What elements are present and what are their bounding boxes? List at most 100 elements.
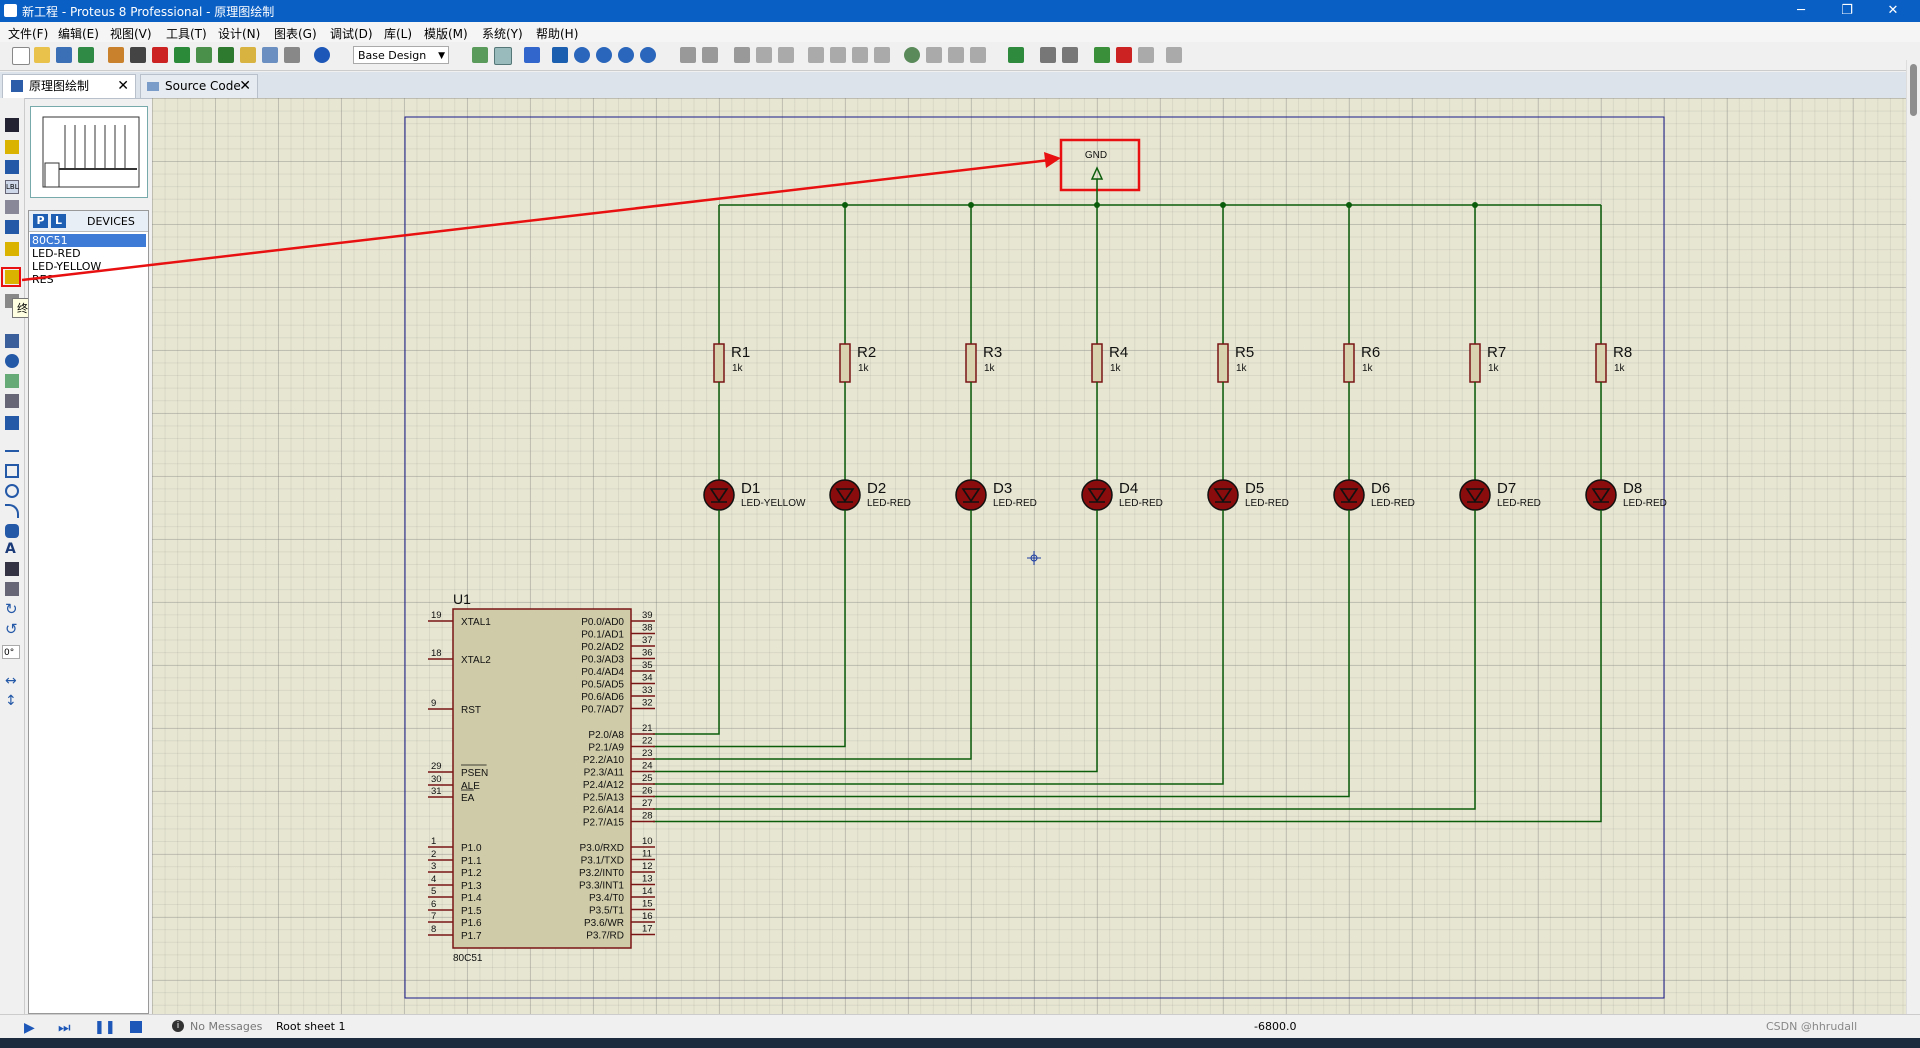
led-body[interactable]	[703, 479, 735, 511]
led-column: R1 1k D1LED-YELLOW	[653, 205, 806, 735]
pin-number: 21	[642, 723, 653, 734]
pin-number: 4	[431, 874, 436, 885]
pin-name: XTAL1	[461, 617, 491, 628]
pin-number: 1	[431, 836, 436, 847]
led-ref: D8	[1623, 480, 1642, 497]
pin-number: 5	[431, 886, 436, 897]
pin-name: P3.0/RXD	[580, 843, 624, 854]
pin-name: P2.5/A13	[583, 793, 625, 804]
pin-name: P0.0/AD0	[581, 617, 624, 628]
pin-number: 2	[431, 849, 436, 860]
pin-number: 26	[642, 786, 653, 797]
resistor-ref: R8	[1613, 344, 1632, 361]
led-body[interactable]	[1459, 479, 1491, 511]
resistor-body[interactable]	[1595, 343, 1607, 383]
led-ref: D7	[1497, 480, 1516, 497]
pin-name: P3.2/INT0	[579, 868, 624, 879]
pin-name: P2.0/A8	[588, 730, 624, 741]
pin-number: 33	[642, 685, 653, 696]
wire-to-p2[interactable]	[653, 510, 1602, 823]
pin-number: 25	[642, 773, 653, 784]
pin-name: P1.6	[461, 918, 482, 929]
led-type: LED-RED	[1497, 498, 1541, 509]
led-body[interactable]	[829, 479, 861, 511]
messages-count[interactable]: No Messages	[190, 1020, 262, 1033]
pin-number: 7	[431, 911, 436, 922]
pin-number: 23	[642, 748, 653, 759]
pin-number: 34	[642, 673, 653, 684]
pin-number: 15	[642, 899, 653, 910]
watermark-text: CSDN @hhrudall	[1766, 1020, 1858, 1033]
vertical-scrollbar[interactable]	[1906, 60, 1920, 1014]
pin-name: P1.2	[461, 868, 482, 879]
resistor-body[interactable]	[839, 343, 851, 383]
pin-number: 6	[431, 899, 436, 910]
pause-icon[interactable]: ❚❚	[94, 1020, 116, 1035]
resistor-ref: R1	[731, 344, 750, 361]
pin-number: 19	[431, 610, 442, 621]
pin-name: P2.7/A15	[583, 818, 625, 829]
step-icon[interactable]: ⏭	[58, 1020, 71, 1036]
annotation-arrow-line	[21, 158, 1051, 282]
led-column: R8 1k D8 LED-RED	[653, 205, 1667, 823]
resistor-ref: R3	[983, 344, 1002, 361]
pin-name: RST	[461, 705, 481, 716]
wire-to-p2[interactable]	[653, 510, 1350, 798]
resistor-body[interactable]	[713, 343, 725, 383]
wire-to-p2[interactable]	[653, 510, 720, 735]
scrollbar-thumb[interactable]	[1910, 64, 1917, 116]
stop-icon[interactable]	[130, 1021, 142, 1033]
led-body[interactable]	[955, 479, 987, 511]
resistor-ref: R5	[1235, 344, 1254, 361]
led-type: LED-RED	[867, 498, 911, 509]
led-columns: R11kD1LED-YELLOWR21kD2LED-REDR31kD3LED-R…	[653, 202, 1667, 823]
wire-to-p2[interactable]	[653, 510, 1224, 785]
resistor-ref: R7	[1487, 344, 1506, 361]
pin-name: P0.3/AD3	[581, 655, 624, 666]
pin-name: EA	[461, 793, 475, 804]
resistor-body[interactable]	[965, 343, 977, 383]
pin-name: P1.3	[461, 881, 482, 892]
pin-name: P2.4/A12	[583, 780, 625, 791]
resistor-body[interactable]	[1469, 343, 1481, 383]
pin-number: 35	[642, 660, 653, 671]
led-ref: D5	[1245, 480, 1264, 497]
schematic-drawing: GND R11kD1LED-YELLOWR21kD2LED-REDR31kD3L…	[21, 116, 1667, 999]
resistor-body[interactable]	[1091, 343, 1103, 383]
wire-to-p2[interactable]	[653, 510, 1476, 810]
resistor-value: 1k	[984, 363, 996, 374]
resistor-ref: R6	[1361, 344, 1380, 361]
pin-number: 32	[642, 698, 653, 709]
pin-number: 28	[642, 811, 653, 822]
pin-name: P0.5/AD5	[581, 680, 624, 691]
pin-name: P0.4/AD4	[581, 667, 624, 678]
wire-to-p2[interactable]	[653, 510, 846, 748]
pin-name: P3.6/WR	[584, 918, 624, 929]
led-body[interactable]	[1081, 479, 1113, 511]
wire-to-p2[interactable]	[653, 510, 972, 760]
mcu-80c51[interactable]: U1 80C51 19XTAL118XTAL29RST29PSEN30ALE31…	[428, 591, 655, 964]
pin-name: P3.5/T1	[589, 906, 624, 917]
pin-name: P1.5	[461, 906, 482, 917]
resistor-body[interactable]	[1217, 343, 1229, 383]
resistor-value: 1k	[1614, 363, 1626, 374]
led-type: LED-RED	[1119, 498, 1163, 509]
pin-number: 9	[431, 698, 436, 709]
gnd-terminal-symbol[interactable]	[1090, 166, 1104, 205]
cursor-coordinate: -6800.0	[1254, 1020, 1297, 1033]
pin-name: P3.1/TXD	[581, 856, 624, 867]
info-icon: i	[172, 1020, 184, 1032]
chip-ref: U1	[453, 591, 471, 607]
pin-number: 10	[642, 836, 653, 847]
pin-number: 27	[642, 798, 653, 809]
pin-number: 39	[642, 610, 653, 621]
resistor-ref: R2	[857, 344, 876, 361]
led-body[interactable]	[1207, 479, 1239, 511]
led-body[interactable]	[1333, 479, 1365, 511]
led-ref: D1	[741, 480, 760, 497]
pin-name: XTAL2	[461, 655, 491, 666]
resistor-body[interactable]	[1343, 343, 1355, 383]
play-icon[interactable]: ▶	[24, 1020, 35, 1036]
led-body[interactable]	[1585, 479, 1617, 511]
led-type: LED-YELLOW	[741, 498, 806, 509]
